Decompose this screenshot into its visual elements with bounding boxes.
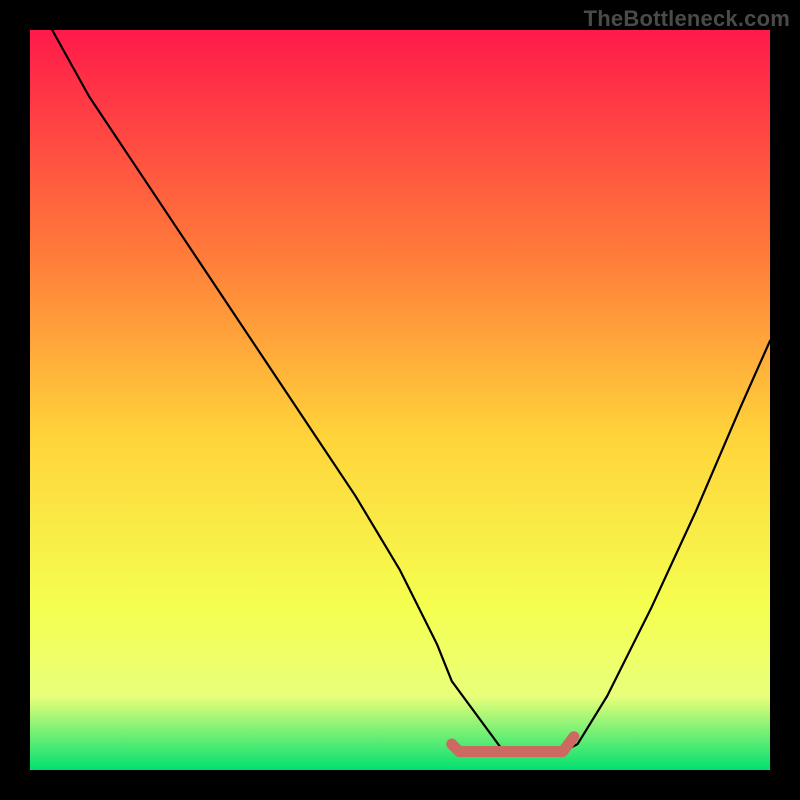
chart-container: TheBottleneck.com — [0, 0, 800, 800]
gradient-background — [30, 30, 770, 770]
watermark-text: TheBottleneck.com — [584, 6, 790, 32]
plot-area — [30, 30, 770, 770]
chart-svg — [30, 30, 770, 770]
